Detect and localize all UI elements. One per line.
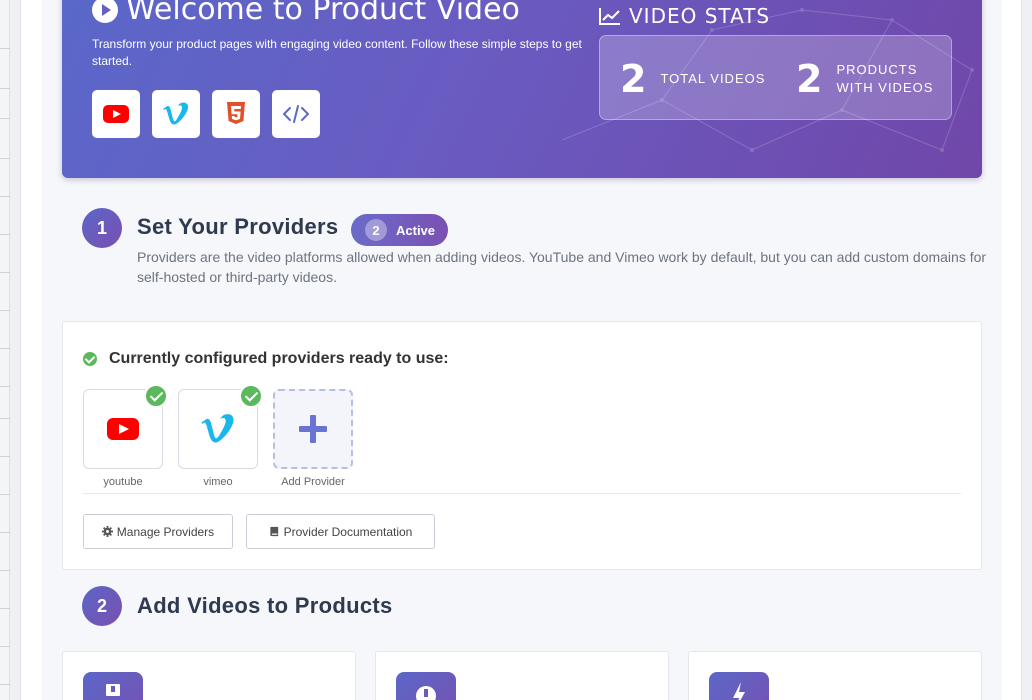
admin-sidebar-edge [0, 0, 10, 700]
stat-total-videos: 2 TOTAL VIDEOS [620, 36, 765, 121]
welcome-hero: Welcome to Product Video Transform your … [62, 0, 982, 178]
hero-title: Welcome to Product Video [92, 0, 520, 27]
stats-title-text: VIDEO STATS [629, 4, 771, 28]
configured-check-icon [144, 384, 168, 408]
provider-name: vimeo [203, 476, 233, 488]
divider [83, 493, 961, 494]
provider-name: Add Provider [281, 476, 345, 488]
youtube-icon [92, 90, 140, 138]
active-providers-badge: 2 Active [351, 214, 448, 246]
stat-label: TOTAL VIDEOS [660, 70, 766, 86]
html5-icon [212, 90, 260, 138]
add-provider[interactable]: Add Provider [273, 389, 353, 488]
provider-documentation-button[interactable]: Provider Documentation [246, 514, 435, 549]
feature-icon [709, 672, 769, 700]
badge-count: 2 [365, 219, 387, 241]
stat-label-line2: WITH VIDEOS [836, 79, 934, 95]
feature-icon [83, 672, 143, 700]
badge-label: Active [396, 222, 436, 238]
providers-heading-text: Currently configured providers ready to … [109, 350, 449, 367]
provider-name: youtube [103, 476, 143, 488]
stat-value: 2 [620, 56, 647, 101]
manage-providers-button[interactable]: Manage Providers [83, 514, 233, 549]
supported-platforms [92, 90, 320, 138]
providers-heading: Currently configured providers ready to … [83, 350, 449, 368]
step-1-title: Set Your Providers [137, 214, 339, 239]
stat-products-with-videos: 2 PRODUCTS WITH VIDEOS [796, 36, 933, 121]
plus-icon [299, 415, 327, 443]
hero-title-text: Welcome to Product Video [126, 0, 520, 27]
book-icon [270, 526, 278, 537]
step-2-title: Add Videos to Products [137, 593, 393, 618]
step-1-number: 1 [82, 208, 122, 248]
vimeo-icon [152, 90, 200, 138]
manage-providers-label: Manage Providers [116, 524, 215, 539]
configured-check-icon [239, 384, 263, 408]
content-area: Welcome to Product Video Transform your … [42, 0, 1002, 700]
step-2-number: 2 [82, 586, 122, 626]
gear-icon [101, 526, 113, 537]
add-provider-button[interactable] [273, 389, 353, 469]
stat-label: PRODUCTS WITH VIDEOS [836, 61, 933, 97]
stats-panel: 2 TOTAL VIDEOS 2 PRODUCTS WITH VIDEOS [599, 35, 952, 120]
feature-icon [396, 672, 456, 700]
provider-vimeo[interactable]: vimeo [178, 384, 263, 488]
providers-card: Currently configured providers ready to … [62, 321, 982, 570]
feature-card [375, 651, 669, 700]
feature-card [688, 651, 982, 700]
provider-documentation-label: Provider Documentation [283, 524, 413, 539]
code-icon [272, 90, 320, 138]
provider-tile[interactable] [178, 384, 263, 469]
main-page: Welcome to Product Video Transform your … [20, 0, 1022, 700]
step-1-description: Providers are the video platforms allowe… [137, 249, 987, 285]
provider-youtube[interactable]: youtube [83, 384, 168, 488]
vimeo-icon [201, 414, 234, 443]
provider-tile[interactable] [83, 384, 168, 469]
line-chart-icon [599, 8, 620, 25]
stat-label-line1: PRODUCTS [836, 61, 918, 77]
play-icon [92, 0, 118, 23]
check-circle-icon [83, 352, 97, 366]
gutter [10, 0, 20, 700]
youtube-icon [107, 418, 139, 440]
hero-subtitle: Transform your product pages with engagi… [92, 37, 582, 68]
feature-card [62, 651, 356, 700]
stat-value: 2 [796, 56, 823, 101]
stats-title: VIDEO STATS [599, 4, 770, 28]
